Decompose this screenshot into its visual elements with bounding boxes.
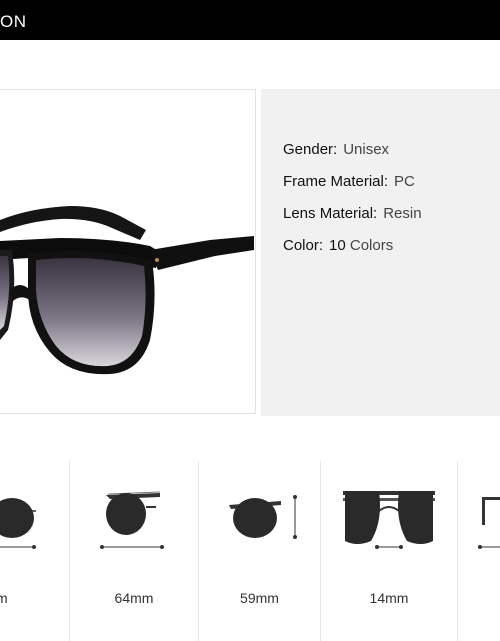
spec-label: Lens Material: xyxy=(283,205,378,222)
spec-value: Resin xyxy=(383,205,422,222)
dimensions-row: m 64mm 59mm xyxy=(0,461,500,641)
spec-label: Gender: xyxy=(283,141,338,158)
frame-width-icon xyxy=(100,491,164,549)
header-title: ON xyxy=(0,12,27,31)
bridge-width-icon xyxy=(343,491,435,549)
sunglasses-image xyxy=(0,206,254,375)
header-bar: ON xyxy=(0,0,500,40)
spec-label: Frame Material: xyxy=(283,173,389,190)
spec-color-count: 10 xyxy=(329,237,346,254)
spec-color-unit: Colors xyxy=(349,237,394,254)
spec-value: PC xyxy=(394,173,415,190)
lens-height-icon xyxy=(229,495,297,539)
dimension-frame-width: 64mm xyxy=(70,461,199,641)
specs-panel: Gender: Unisex Frame Material: PC Lens Mat… xyxy=(261,89,500,416)
product-image-panel xyxy=(0,89,256,414)
spec-gender: Gender: Unisex xyxy=(283,141,389,158)
dimension-value: 59mm xyxy=(240,590,279,606)
dimension-value: 14mm xyxy=(369,590,409,606)
spec-value: 10 Colors xyxy=(329,237,393,254)
dimension-value: m xyxy=(0,590,65,606)
spec-color: Color: 10 Colors xyxy=(283,237,393,254)
temple-length-icon xyxy=(478,497,500,549)
dimension-temple-length xyxy=(458,461,500,641)
spec-frame-material: Frame Material: PC xyxy=(283,173,415,190)
spec-value: Unisex xyxy=(343,141,390,158)
dimension-value: 64mm xyxy=(114,590,154,606)
spec-lens-material: Lens Material: Resin xyxy=(283,205,422,222)
dimension-bridge-width: 14mm xyxy=(321,461,458,641)
spec-label: Color: xyxy=(283,237,324,254)
dimension-lens-height: 59mm xyxy=(199,461,321,641)
dimension-lens-width: m xyxy=(0,461,70,641)
lens-width-icon xyxy=(0,498,36,549)
